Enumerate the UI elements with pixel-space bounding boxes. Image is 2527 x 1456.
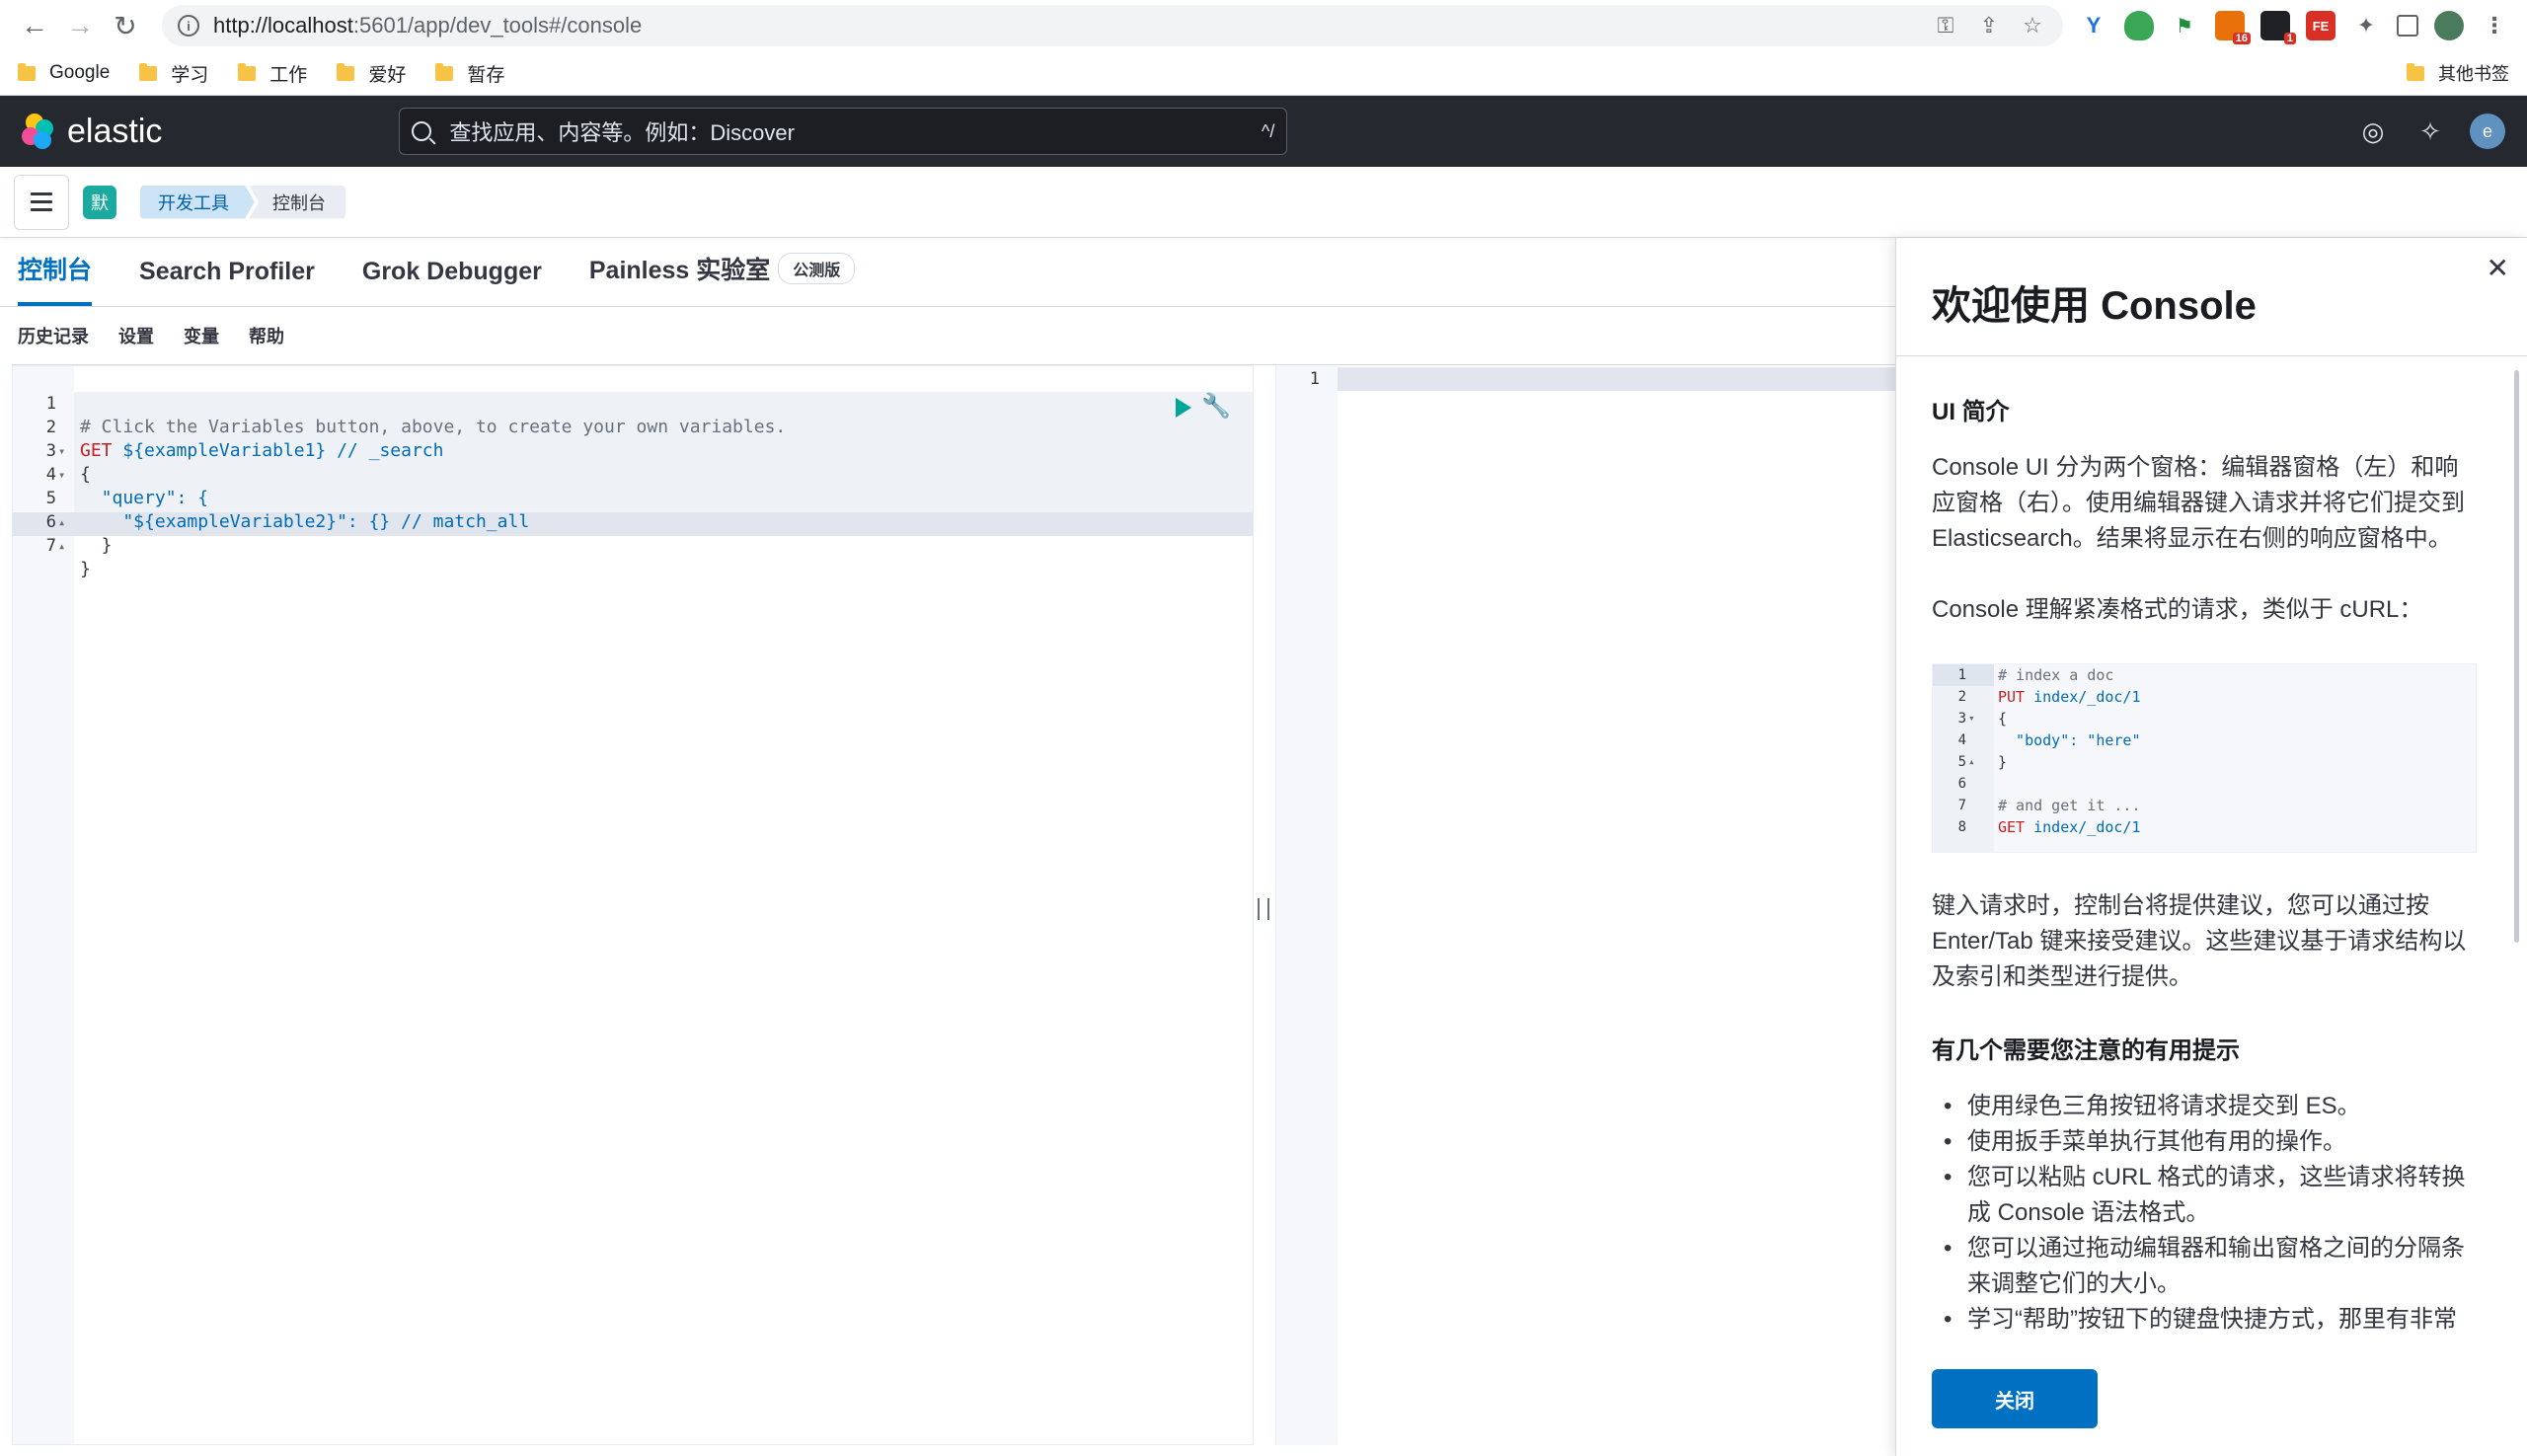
code-line: 6 ▴ } — [45, 512, 113, 556]
tab-painless-lab-label: Painless 实验室 — [588, 257, 771, 284]
extension-v-icon[interactable]: Y — [2079, 11, 2108, 40]
address-bar[interactable]: i http://localhost:5601/app/dev_tools#/c… — [162, 5, 2063, 46]
tab-grok-debugger[interactable]: Grok Debugger — [362, 258, 542, 306]
console-toolbar: 历史记录 设置 变量 帮助 — [0, 307, 1895, 364]
breadcrumb-bar: 默 开发工具 控制台 — [0, 167, 2527, 238]
code-line: 7 ▴ } — [45, 536, 91, 579]
welcome-flyout: 欢迎使用 Console ✕ UI 简介 Console UI 分为两个窗格：编… — [1895, 238, 2527, 1456]
hamburger-menu-icon[interactable] — [14, 174, 69, 230]
elastic-logo[interactable]: elastic — [22, 113, 162, 151]
tab-search-profiler[interactable]: Search Profiler — [139, 258, 315, 306]
kibana-header: elastic 查找应用、内容等。例如：Discover ^/ ◎ ✧ e — [0, 96, 2527, 167]
extension-shield-icon[interactable] — [2124, 11, 2154, 40]
puzzle-icon[interactable]: ✦ — [2351, 11, 2381, 40]
pane-resizer-handle[interactable] — [1258, 898, 1269, 922]
send-request-play-icon[interactable] — [1176, 398, 1191, 418]
search-shortcut: ^/ — [1261, 120, 1275, 141]
bookmarks-bar: Google 学习 工作 爱好 暂存 其他书签 — [0, 51, 2527, 96]
bookmark-study[interactable]: 学习 — [139, 60, 208, 87]
list-item: 学习“帮助”按钮下的键盘快捷方式，那里有非常 — [1936, 1302, 2477, 1338]
folder-icon — [435, 62, 454, 81]
site-info-icon[interactable]: i — [178, 15, 199, 37]
code-line: 5 "${exampleVariable2}": {} // match_all — [45, 489, 530, 532]
breadcrumb-dev-tools[interactable]: 开发工具 — [140, 186, 255, 219]
flyout-body: UI 简介 Console UI 分为两个窗格：编辑器窗格（左）和响应窗格（右）… — [1896, 356, 2527, 1343]
request-editor[interactable]: 1 # Click the Variables button, above, t… — [12, 365, 1254, 1445]
url-text[interactable]: http://localhost:5601/app/dev_tools#/con… — [213, 13, 1917, 38]
search-placeholder: 查找应用、内容等。例如：Discover — [449, 120, 795, 145]
more-vert-icon[interactable]: ⋮ — [2480, 11, 2509, 40]
bookmark-temp[interactable]: 暂存 — [435, 60, 504, 87]
editor-area: 1 # Click the Variables button, above, t… — [12, 364, 1896, 1445]
beta-badge: 公测版 — [778, 253, 856, 284]
elastic-logo-icon — [22, 114, 57, 149]
back-arrow-icon[interactable]: ← — [18, 9, 51, 42]
side-panel-icon[interactable] — [2397, 15, 2418, 37]
response-pane[interactable]: 1 — [1275, 365, 1896, 1445]
reload-icon[interactable]: ↻ — [109, 9, 142, 42]
list-item: 您可以通过拖动编辑器和输出窗格之间的分隔条来调整它们的大小。 — [1936, 1231, 2477, 1302]
extension-grid-icon[interactable]: 16 — [2215, 11, 2251, 44]
folder-icon — [238, 62, 257, 81]
code-line: 2 GET ${exampleVariable1} // _search — [45, 418, 444, 461]
wrench-icon[interactable]: 🔧 — [1201, 392, 1231, 421]
share-icon[interactable]: ⇪ — [1974, 11, 2004, 40]
search-icon — [412, 121, 432, 141]
tab-console[interactable]: 控制台 — [18, 251, 93, 306]
section-tips-title: 有几个需要您注意的有用提示 — [1932, 1037, 2240, 1064]
other-bookmarks[interactable]: 其他书签 — [2407, 60, 2509, 86]
extension-flag-icon[interactable]: ⚑ — [2170, 11, 2199, 40]
dev-tools-tabs: 控制台 Search Profiler Grok Debugger Painle… — [0, 238, 1895, 307]
folder-icon — [18, 62, 36, 81]
code-line: 3 ▾ { — [45, 441, 91, 485]
folder-icon — [139, 62, 158, 81]
help-icon[interactable]: ◎ — [2355, 114, 2391, 149]
ui-intro-paragraph: Console UI 分为两个窗格：编辑器窗格（左）和响应窗格（右）。使用编辑器… — [1932, 454, 2465, 552]
global-search-input[interactable]: 查找应用、内容等。例如：Discover ^/ — [399, 108, 1288, 155]
bookmark-star-icon[interactable]: ☆ — [2018, 11, 2047, 40]
tab-painless-lab[interactable]: Painless 实验室 公测版 — [588, 251, 856, 306]
profile-icon[interactable] — [2434, 11, 2464, 40]
response-line-number: 1 — [1309, 369, 1320, 389]
list-item: 使用扳手菜单执行其他有用的操作。 — [1936, 1124, 2477, 1160]
code-line: 1 # Click the Variables button, above, t… — [45, 394, 787, 437]
close-button[interactable]: 关闭 — [1932, 1369, 2098, 1428]
breadcrumb: 开发工具 控制台 — [140, 185, 345, 219]
response-gutter — [1276, 365, 1338, 1445]
suggestions-paragraph: 键入请求时，控制台将提供建议，您可以通过按 Enter/Tab 键来接受建议。这… — [1932, 892, 2467, 990]
user-avatar[interactable]: e — [2470, 114, 2505, 149]
main-content: 控制台 Search Profiler Grok Debugger Painle… — [0, 238, 2527, 1456]
response-cursor-line — [1338, 367, 1896, 391]
flyout-footer: 关闭 — [1896, 1343, 2527, 1456]
folder-icon — [2407, 62, 2424, 81]
extension-dark-icon[interactable]: 1 — [2260, 11, 2296, 44]
extension-fe-icon[interactable]: FE — [2306, 11, 2336, 40]
section-ui-intro-title: UI 简介 — [1932, 399, 2010, 425]
bookmark-google[interactable]: Google — [18, 62, 110, 84]
list-item: 使用绿色三角按钮将请求提交到 ES。 — [1936, 1089, 2477, 1124]
code-sample: 1 # index a doc 2 PUT index/_doc/1 3 ▾{ 4 "… — [1932, 663, 2477, 853]
flyout-title: 欢迎使用 Console — [1932, 284, 2257, 328]
code-line: 4 ▾ "query": { — [45, 465, 209, 508]
list-item: 您可以粘贴 cURL 格式的请求，这些请求将转换成 Console 语法格式。 — [1936, 1160, 2477, 1231]
variables-button[interactable]: 变量 — [184, 323, 219, 348]
fold-toggle-icon[interactable]: ▴ — [58, 534, 65, 558]
breadcrumb-console: 控制台 — [249, 185, 345, 219]
key-icon[interactable]: ⚿ — [1931, 11, 1960, 40]
bookmark-hobby[interactable]: 爱好 — [337, 60, 406, 87]
browser-toolbar: ← → ↻ i http://localhost:5601/app/dev_to… — [0, 0, 2527, 51]
space-avatar[interactable]: 默 — [83, 185, 116, 219]
newsfeed-icon[interactable]: ✧ — [2412, 114, 2448, 149]
tips-list: 使用绿色三角按钮将请求提交到 ES。 使用扳手菜单执行其他有用的操作。 您可以粘… — [1936, 1089, 2477, 1338]
bookmark-work[interactable]: 工作 — [238, 60, 307, 87]
forward-arrow-icon[interactable]: → — [63, 9, 97, 42]
close-icon[interactable]: ✕ — [2487, 252, 2509, 284]
folder-icon — [337, 62, 355, 81]
logo-text: elastic — [67, 112, 163, 150]
settings-button[interactable]: 设置 — [118, 323, 154, 348]
help-button[interactable]: 帮助 — [249, 323, 284, 348]
history-button[interactable]: 历史记录 — [18, 323, 89, 348]
curl-format-paragraph: Console 理解紧凑格式的请求，类似于 cURL： — [1932, 596, 2423, 623]
